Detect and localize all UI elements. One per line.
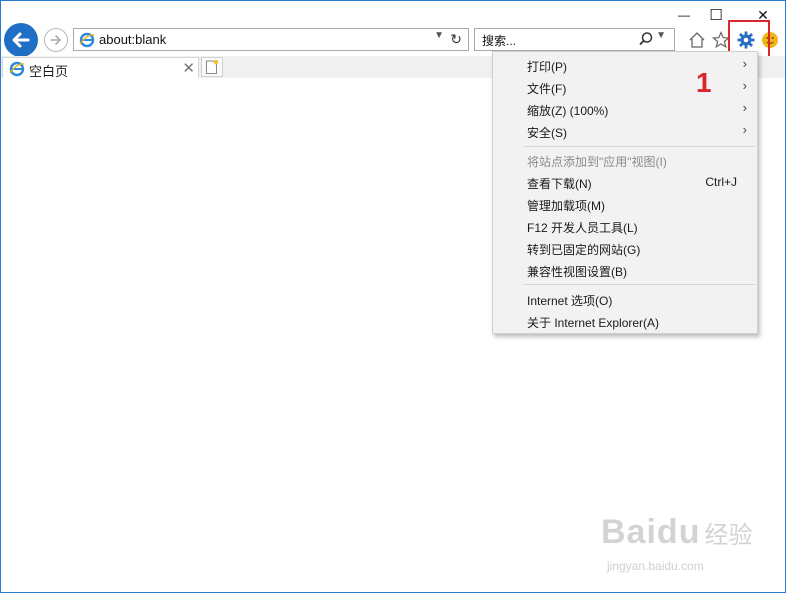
maximize-icon: ☐ — [709, 7, 723, 24]
home-button[interactable] — [687, 30, 707, 50]
back-arrow-icon — [12, 32, 30, 48]
menu-separator — [523, 284, 755, 285]
menu-item-internet-options[interactable]: Internet 选项(O) — [493, 288, 757, 310]
menu-item-zoom[interactable]: 缩放(Z) (100%) › — [493, 98, 757, 120]
tab-title: 空白页 — [29, 64, 69, 79]
ie-logo-icon — [9, 61, 25, 80]
menu-item-label: 关于 Internet Explorer(A) — [527, 316, 660, 330]
tab-blank-page[interactable]: 空白页 ✕ — [2, 57, 199, 80]
menu-item-safety[interactable]: 安全(S) › — [493, 120, 757, 142]
minimize-icon: — — [678, 8, 690, 22]
watermark-logo-du: du — [656, 513, 701, 551]
chevron-right-icon: › — [742, 100, 747, 115]
back-button[interactable] — [4, 23, 38, 57]
home-icon — [689, 32, 705, 48]
watermark-logo: Bai — [601, 513, 657, 551]
maximize-button[interactable]: ☐ — [702, 5, 730, 25]
watermark-site: jingyan.baidu.com — [607, 559, 704, 573]
menu-item-label: 转到已固定的网站(G) — [527, 243, 641, 257]
menu-item-print[interactable]: 打印(P) › — [493, 54, 757, 76]
forward-arrow-icon — [50, 35, 61, 45]
search-dropdown-icon[interactable]: ▼ — [656, 30, 666, 41]
menu-item-add-to-apps: 将站点添加到"应用"视图(I) — [493, 149, 757, 171]
browser-window: — ☐ ✕ about:blank ▼ ↻ 搜索... ▼ 空白页 ✕ 打印(P… — [0, 0, 786, 593]
menu-separator — [523, 146, 755, 147]
menu-item-label: 打印(P) — [527, 60, 567, 74]
menu-item-pinned-sites[interactable]: 转到已固定的网站(G) — [493, 237, 757, 259]
menu-item-compat-view[interactable]: 兼容性视图设置(B) — [493, 259, 757, 281]
ie-logo-icon — [79, 32, 95, 51]
menu-item-about-ie[interactable]: 关于 Internet Explorer(A) — [493, 310, 757, 332]
refresh-icon[interactable]: ↻ — [450, 31, 462, 48]
annotation-step-number: 1 — [696, 67, 712, 98]
menu-item-label: 安全(S) — [527, 126, 567, 140]
address-url[interactable]: about:blank — [99, 32, 166, 47]
menu-item-label: 管理加载项(M) — [527, 199, 605, 213]
forward-button[interactable] — [44, 28, 68, 52]
menu-item-shortcut: Ctrl+J — [705, 175, 737, 189]
new-tab-button[interactable] — [201, 57, 223, 77]
chevron-right-icon: › — [742, 56, 747, 71]
search-placeholder[interactable]: 搜索... — [482, 32, 516, 49]
watermark: Baidu 经验 jingyan.baidu.com — [601, 513, 753, 573]
menu-item-file[interactable]: 文件(F) › — [493, 76, 757, 98]
minimize-button[interactable]: — — [670, 5, 698, 25]
new-tab-icon — [206, 59, 219, 74]
menu-item-label: 文件(F) — [527, 82, 567, 96]
menu-item-manage-addons[interactable]: 管理加载项(M) — [493, 193, 757, 215]
address-dropdown-icon[interactable]: ▼ — [434, 30, 444, 41]
menu-item-label: 兼容性视图设置(B) — [527, 265, 627, 279]
search-box[interactable]: 搜索... ▼ — [474, 28, 675, 51]
search-icon[interactable] — [638, 31, 654, 50]
chevron-right-icon: › — [742, 122, 747, 137]
tab-close-icon[interactable]: ✕ — [182, 59, 195, 77]
tools-menu: 打印(P) › 文件(F) › 缩放(Z) (100%) › 安全(S) › 将… — [492, 51, 758, 334]
menu-item-label: F12 开发人员工具(L) — [527, 221, 638, 235]
chevron-right-icon: › — [742, 78, 747, 93]
menu-item-view-downloads[interactable]: 查看下载(N) Ctrl+J — [493, 171, 757, 193]
address-bar[interactable]: about:blank ▼ ↻ — [73, 28, 469, 51]
watermark-text: 经验 — [704, 522, 753, 549]
menu-item-label: 查看下载(N) — [527, 177, 592, 191]
menu-item-f12-tools[interactable]: F12 开发人员工具(L) — [493, 215, 757, 237]
menu-item-label: Internet 选项(O) — [527, 294, 613, 308]
menu-item-label: 将站点添加到"应用"视图(I) — [527, 155, 667, 169]
menu-item-label: 缩放(Z) (100%) — [527, 104, 609, 118]
